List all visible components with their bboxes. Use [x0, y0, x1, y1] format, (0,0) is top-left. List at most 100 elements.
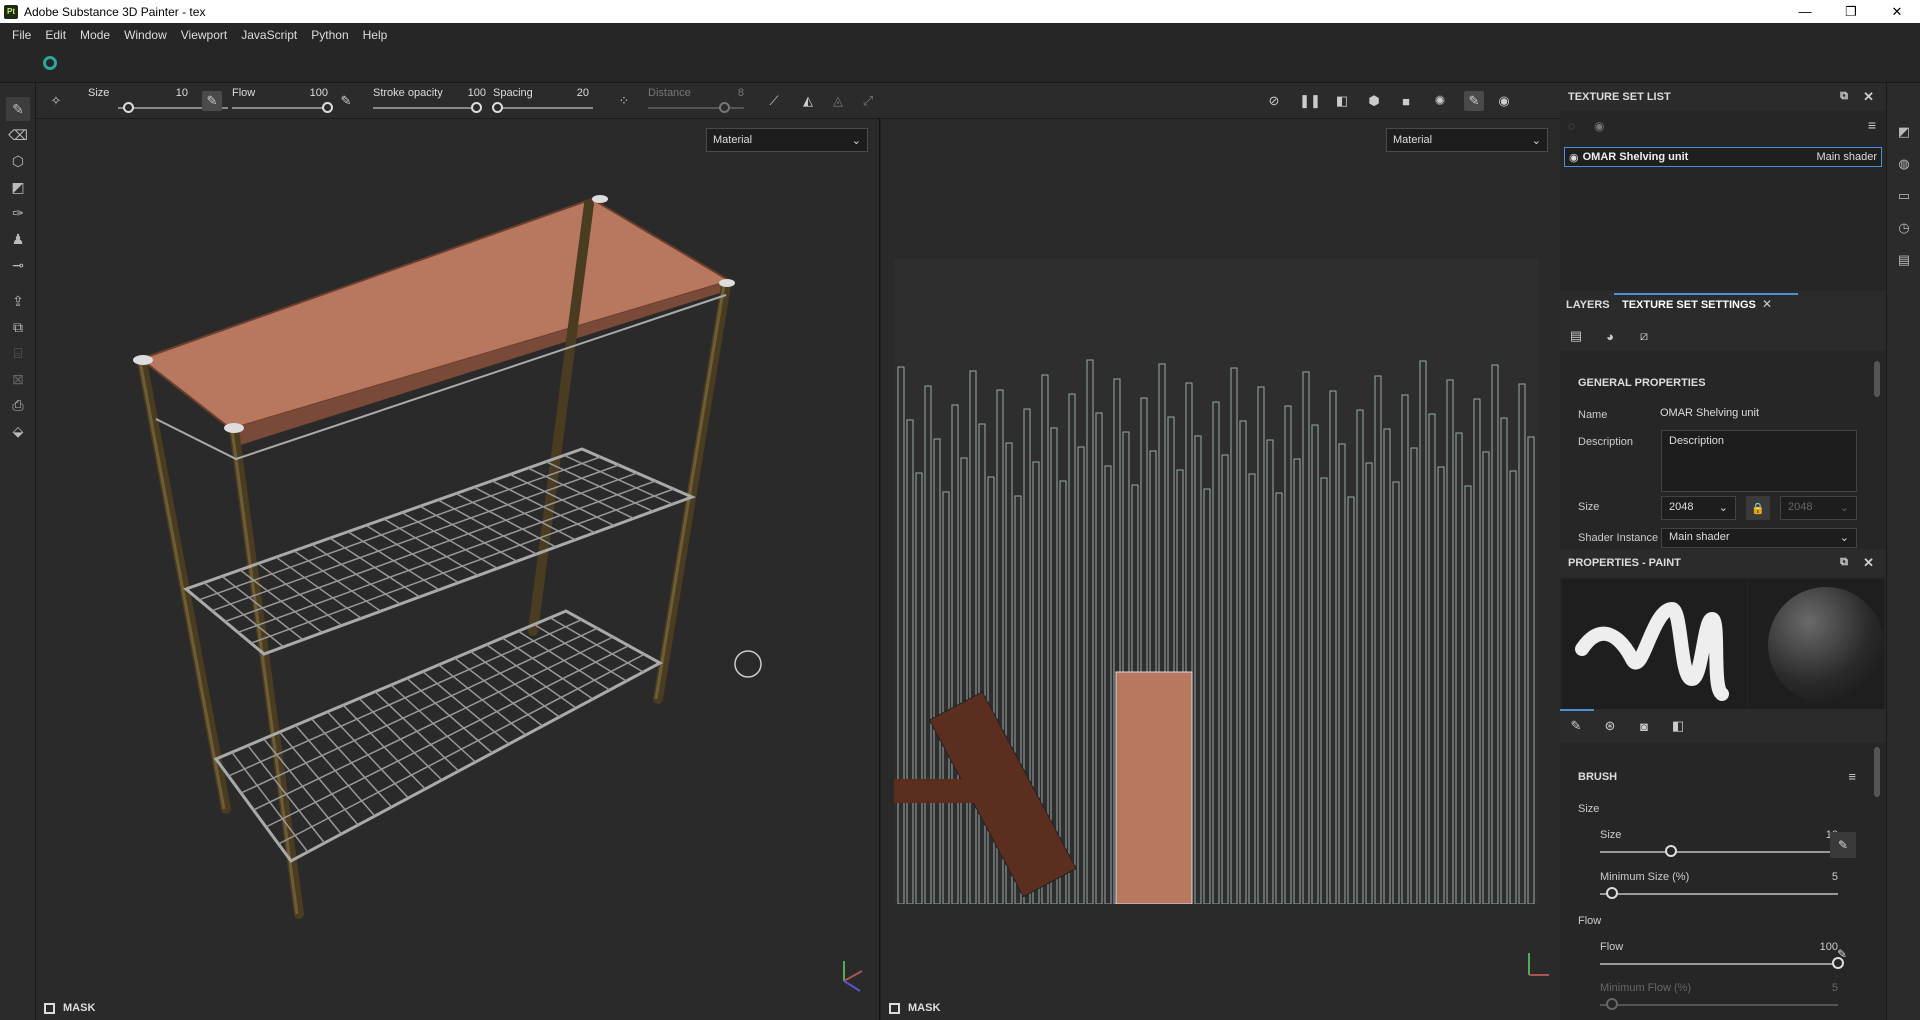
menu-javascript[interactable]: JavaScript	[241, 28, 297, 42]
menu-edit[interactable]: Edit	[45, 28, 66, 42]
menu-python[interactable]: Python	[311, 28, 348, 42]
pen-pressure-flow-icon[interactable]: ✎	[336, 91, 356, 111]
uv-tab-icon[interactable]: ⧄	[1632, 324, 1656, 348]
mask-checkbox[interactable]	[44, 1002, 55, 1014]
toolbar-flow-slider[interactable]	[232, 107, 328, 109]
export-icon[interactable]: ⎙	[6, 393, 30, 417]
stencil-tab-icon[interactable]: ◙	[1632, 714, 1656, 738]
tab-layers[interactable]: LAYERS	[1566, 299, 1610, 311]
close-tab-icon[interactable]: ✕	[1762, 297, 1772, 311]
close-window-button[interactable]: ✕	[1874, 0, 1920, 23]
viewport-3d-mask-toggle[interactable]: MASK	[40, 996, 95, 1020]
projection-tool-icon[interactable]: ⬡	[6, 149, 30, 173]
menu-window[interactable]: Window	[124, 28, 167, 42]
viewport-2d-mask-toggle[interactable]: MASK	[885, 996, 940, 1020]
toolbar-flow-knob[interactable]	[322, 102, 333, 113]
viewport-2d[interactable]: Material ⌄ MASK	[881, 119, 1560, 1020]
toolbar-stroke-opacity-knob[interactable]	[471, 102, 482, 113]
lazy-mouse-icon[interactable]: ⁘	[614, 91, 634, 111]
description-field[interactable]: Description	[1661, 430, 1857, 492]
material-preview[interactable]	[1748, 579, 1884, 709]
texture-set-shader[interactable]: Main shader	[1816, 151, 1877, 163]
toolbar-spacing-slider[interactable]	[493, 107, 593, 109]
lock-icon[interactable]: 🔒	[1746, 496, 1770, 520]
hide-overlay-icon[interactable]: ⊘	[1264, 91, 1284, 111]
symmetry-icon[interactable]: ◭	[798, 91, 818, 111]
screenshot-icon[interactable]: ◉	[1494, 91, 1514, 111]
settings-scrollbar[interactable]	[1874, 361, 1880, 397]
material-tab-icon[interactable]: ◧	[1666, 714, 1690, 738]
toolbar-stroke-opacity-slider[interactable]	[373, 107, 477, 109]
visibility-eye-icon[interactable]: ◉	[1569, 151, 1579, 164]
properties-scrollbar[interactable]	[1874, 747, 1880, 797]
hide-icon[interactable]: ◌	[1568, 119, 1575, 133]
environment-settings-icon[interactable]: ◍	[1895, 155, 1913, 173]
restore-button[interactable]: ❐	[1828, 0, 1874, 23]
eraser-tool-icon[interactable]: ⌫	[6, 123, 30, 147]
brush-menu-icon[interactable]: ≡	[1848, 769, 1856, 784]
toolbar-flow-value[interactable]: 100	[298, 87, 328, 99]
texture-set-row[interactable]: ◉ OMAR Shelving unit Main shader	[1564, 147, 1882, 167]
plugin-status-icon[interactable]	[43, 56, 57, 70]
camera-icon[interactable]: ■	[1396, 91, 1416, 111]
size-pressure-icon[interactable]: ✎	[1830, 832, 1856, 858]
toolbar-spacing-value[interactable]: 20	[559, 87, 589, 99]
brush-flow-slider[interactable]	[1600, 963, 1838, 965]
brush-preset-icon[interactable]: ✧	[46, 91, 66, 111]
list-menu-icon[interactable]: ≡	[1868, 117, 1876, 133]
split-view-icon[interactable]: ◧	[1332, 91, 1352, 111]
geometry-mask-icon[interactable]: ⌸	[6, 341, 30, 365]
popout-icon[interactable]: ⧉	[1840, 556, 1848, 569]
bake-icon[interactable]: ⇪	[6, 289, 30, 313]
close-panel-icon[interactable]: ✕	[1863, 555, 1874, 571]
viewport-3d[interactable]: Material ⌄ MASK	[36, 119, 880, 1020]
menu-file[interactable]: File	[12, 28, 31, 42]
min-size-knob[interactable]	[1605, 887, 1618, 899]
paint-mode-icon[interactable]: ✎	[1464, 91, 1484, 111]
eye-icon[interactable]: ◉	[1594, 119, 1604, 133]
size-select[interactable]: 2048 ⌄	[1661, 496, 1736, 520]
name-value[interactable]: OMAR Shelving unit	[1660, 407, 1759, 419]
toolbar-spacing-knob[interactable]	[492, 102, 503, 113]
brush-size-knob[interactable]	[1665, 845, 1678, 857]
smudge-tool-icon[interactable]: ✑	[6, 201, 30, 225]
shelf-panel-icon[interactable]: ▭	[1895, 187, 1913, 205]
brush-tab-icon[interactable]: ✎	[1564, 714, 1588, 738]
settings-tab-icon[interactable]: ▤	[1564, 324, 1588, 348]
shader-instance-select[interactable]: Main shader ⌄	[1661, 528, 1857, 548]
pen-pressure-size-icon[interactable]: ✎	[202, 91, 222, 111]
popout-icon[interactable]: ⧉	[1840, 90, 1848, 103]
tiling-icon[interactable]: ⤢	[858, 91, 878, 111]
display-settings-icon[interactable]: ◩	[1895, 123, 1913, 141]
symmetry-mirror-icon[interactable]: ◬	[828, 91, 848, 111]
mask-checkbox[interactable]	[889, 1002, 900, 1014]
menu-viewport[interactable]: Viewport	[181, 28, 227, 42]
history-icon[interactable]: ◷	[1895, 219, 1913, 237]
min-size-value[interactable]: 5	[1808, 871, 1838, 883]
viewport-2d-material-select[interactable]: Material ⌄	[1386, 128, 1548, 152]
brush-size-slider[interactable]	[1600, 851, 1838, 853]
pause-icon[interactable]: ❚❚	[1299, 91, 1321, 111]
alpha-tab-icon[interactable]: ⊛	[1598, 714, 1622, 738]
minimize-button[interactable]: —	[1782, 0, 1828, 23]
close-panel-icon[interactable]: ✕	[1863, 89, 1874, 105]
menu-help[interactable]: Help	[363, 28, 388, 42]
min-size-slider[interactable]	[1600, 893, 1838, 895]
toolbar-size-knob[interactable]	[123, 102, 134, 113]
menu-mode[interactable]: Mode	[80, 28, 110, 42]
brush-flow-value[interactable]: 100	[1808, 941, 1838, 953]
toolbar-stroke-opacity-value[interactable]: 100	[456, 87, 486, 99]
log-icon[interactable]: ▤	[1895, 251, 1913, 269]
tab-texture-set-settings[interactable]: TEXTURE SET SETTINGS	[1622, 299, 1756, 311]
flow-pressure-icon[interactable]: ✎	[1837, 947, 1847, 961]
clone-tool-icon[interactable]: ♟	[6, 227, 30, 251]
paint-tool-icon[interactable]: ✎	[6, 97, 30, 121]
cube-view-icon[interactable]: ⬢	[1364, 91, 1384, 111]
channels-tab-icon[interactable]: ◕	[1598, 324, 1622, 348]
shelf-icon[interactable]: ⬙	[6, 419, 30, 443]
uv-tool-icon[interactable]: ⧉	[6, 315, 30, 339]
polygon-fill-icon[interactable]: ◩	[6, 175, 30, 199]
toolbar-size-value[interactable]: 10	[158, 87, 188, 99]
line-mode-icon[interactable]: ⟋	[764, 91, 784, 111]
brush-preview[interactable]	[1562, 579, 1747, 709]
